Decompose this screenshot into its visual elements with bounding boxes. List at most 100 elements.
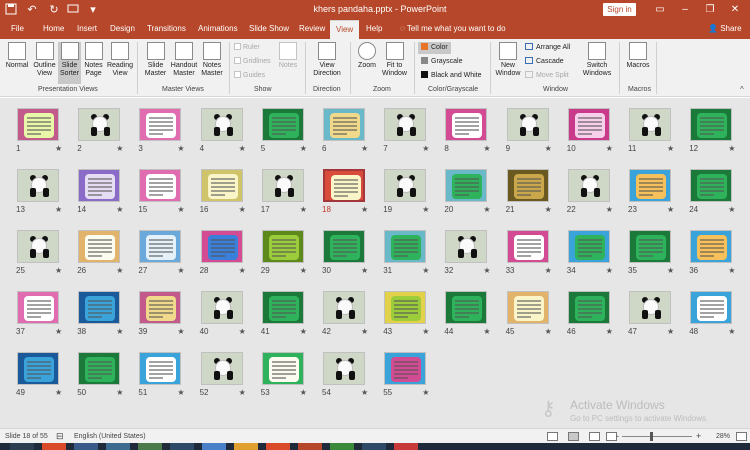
transition-star-icon[interactable]: ★ xyxy=(116,205,123,214)
slide-thumbnail-7[interactable]: 7 ★ xyxy=(382,108,430,166)
transition-star-icon[interactable]: ★ xyxy=(300,388,307,397)
taskbar-app-icon[interactable] xyxy=(362,443,386,450)
transition-star-icon[interactable]: ★ xyxy=(361,327,368,336)
taskbar-app-icon[interactable] xyxy=(202,443,226,450)
cascade-button[interactable]: Cascade xyxy=(525,57,564,65)
slide-thumbnail-40[interactable]: 40 ★ xyxy=(199,291,247,349)
fit-slide-icon[interactable] xyxy=(736,432,747,441)
transition-star-icon[interactable]: ★ xyxy=(55,144,62,153)
slide-thumbnail-39[interactable]: 39 ★ xyxy=(137,291,185,349)
slide-thumbnail-42[interactable]: 42 ★ xyxy=(321,291,369,349)
slide-thumbnail-1[interactable]: 1 ★ xyxy=(15,108,63,166)
taskbar-app-icon[interactable] xyxy=(138,443,162,450)
notes-button[interactable]: Notes xyxy=(276,42,300,84)
tab-insert[interactable]: Insert xyxy=(77,24,97,33)
tab-design[interactable]: Design xyxy=(110,24,135,33)
slide-thumbnail-38[interactable]: 38 ★ xyxy=(76,291,124,349)
reading-view-button[interactable]: Reading View xyxy=(106,42,134,84)
minimize-icon[interactable]: – xyxy=(677,2,693,17)
slide-thumbnail-23[interactable]: 23 ★ xyxy=(627,169,675,227)
transition-star-icon[interactable]: ★ xyxy=(116,266,123,275)
notes-page-button[interactable]: Notes Page xyxy=(82,42,105,84)
transition-star-icon[interactable]: ★ xyxy=(177,266,184,275)
transition-star-icon[interactable]: ★ xyxy=(422,144,429,153)
transition-star-icon[interactable]: ★ xyxy=(239,327,246,336)
slide-thumbnail-14[interactable]: 14 ★ xyxy=(76,169,124,227)
slide-thumbnail-24[interactable]: 24 ★ xyxy=(688,169,736,227)
share-button[interactable]: 👤 Share xyxy=(708,24,742,33)
transition-star-icon[interactable]: ★ xyxy=(177,388,184,397)
transition-star-icon[interactable]: ★ xyxy=(55,205,62,214)
present-from-beginning-icon[interactable] xyxy=(66,3,80,17)
slide-thumbnail-30[interactable]: 30 ★ xyxy=(321,230,369,288)
slide-thumbnail-32[interactable]: 32 ★ xyxy=(443,230,491,288)
slide-thumbnail-19[interactable]: 19 ★ xyxy=(382,169,430,227)
transition-star-icon[interactable]: ★ xyxy=(545,144,552,153)
slide-thumbnail-16[interactable]: 16 ★ xyxy=(199,169,247,227)
zoom-slider-thumb[interactable] xyxy=(650,432,653,441)
transition-star-icon[interactable]: ★ xyxy=(667,327,674,336)
transition-star-icon[interactable]: ★ xyxy=(545,327,552,336)
slide-thumbnail-33[interactable]: 33 ★ xyxy=(505,230,553,288)
normal-view-icon[interactable] xyxy=(547,432,558,441)
tab-review[interactable]: Review xyxy=(299,24,325,33)
transition-star-icon[interactable]: ★ xyxy=(545,205,552,214)
slide-thumbnail-25[interactable]: 25 ★ xyxy=(15,230,63,288)
outline-view-button[interactable]: Outline View xyxy=(31,42,58,84)
slide-thumbnail-3[interactable]: 3 ★ xyxy=(137,108,185,166)
taskbar-app-icon[interactable] xyxy=(74,443,98,450)
transition-star-icon[interactable]: ★ xyxy=(300,205,307,214)
gridlines-checkbox[interactable]: Gridlines xyxy=(234,57,271,65)
taskbar-app-icon[interactable] xyxy=(234,443,258,450)
tab-home[interactable]: Home xyxy=(43,24,64,33)
close-icon[interactable]: ✕ xyxy=(727,2,743,17)
transition-star-icon[interactable]: ★ xyxy=(728,327,735,336)
transition-star-icon[interactable]: ★ xyxy=(361,388,368,397)
handout-master-button[interactable]: Handout Master xyxy=(169,42,199,84)
start-icon[interactable] xyxy=(10,443,34,450)
grayscale-mode-button[interactable]: Grayscale xyxy=(418,56,466,68)
normal-view-button[interactable]: Normal xyxy=(3,42,31,84)
transition-star-icon[interactable]: ★ xyxy=(55,388,62,397)
redo-icon[interactable]: ↻ xyxy=(47,3,61,17)
guides-checkbox[interactable]: Guides xyxy=(234,71,265,79)
slide-thumbnail-28[interactable]: 28 ★ xyxy=(199,230,247,288)
transition-star-icon[interactable]: ★ xyxy=(177,205,184,214)
taskbar-app-icon[interactable] xyxy=(170,443,194,450)
transition-star-icon[interactable]: ★ xyxy=(239,144,246,153)
slide-thumbnail-6[interactable]: 6 ★ xyxy=(321,108,369,166)
transition-star-icon[interactable]: ★ xyxy=(483,327,490,336)
new-window-button[interactable]: New Window xyxy=(494,42,522,84)
transition-star-icon[interactable]: ★ xyxy=(545,266,552,275)
slide-thumbnail-50[interactable]: 50 ★ xyxy=(76,352,124,410)
slide-master-button[interactable]: Slide Master xyxy=(142,42,169,84)
transition-star-icon[interactable]: ★ xyxy=(606,205,613,214)
slide-thumbnail-29[interactable]: 29 ★ xyxy=(260,230,308,288)
slide-thumbnail-51[interactable]: 51 ★ xyxy=(137,352,185,410)
macros-button[interactable]: Macros xyxy=(624,42,652,84)
transition-star-icon[interactable]: ★ xyxy=(55,266,62,275)
transition-star-icon[interactable]: ★ xyxy=(300,327,307,336)
notes-master-button[interactable]: Notes Master xyxy=(199,42,225,84)
tab-slide-show[interactable]: Slide Show xyxy=(249,24,289,33)
zoom-button[interactable]: Zoom xyxy=(355,42,379,84)
sign-in-button[interactable]: Sign in xyxy=(603,3,636,16)
slide-thumbnail-5[interactable]: 5 ★ xyxy=(260,108,308,166)
transition-star-icon[interactable]: ★ xyxy=(483,144,490,153)
slide-thumbnail-52[interactable]: 52 ★ xyxy=(199,352,247,410)
zoom-slider-track[interactable] xyxy=(622,436,692,437)
taskbar-app-icon[interactable] xyxy=(394,443,418,450)
slide-sorter-pane[interactable]: 1 ★ 2 ★ 3 ★ 4 ★ 5 ★ 6 ★ 7 ★ 8 ★ 9 ★ 10 ★ 11 ★ 12 ★ 13 ★ 14 ★ 15 ★ 16 ★ 1… xyxy=(0,98,750,428)
slide-thumbnail-17[interactable]: 17 ★ xyxy=(260,169,308,227)
slide-thumbnail-21[interactable]: 21 ★ xyxy=(505,169,553,227)
tab-file[interactable]: File xyxy=(11,24,24,33)
slide-thumbnail-55[interactable]: 55 ★ xyxy=(382,352,430,410)
slide-thumbnail-12[interactable]: 12 ★ xyxy=(688,108,736,166)
tell-me-search[interactable]: ◌ Tell me what you want to do xyxy=(400,24,506,33)
slide-thumbnail-9[interactable]: 9 ★ xyxy=(505,108,553,166)
slide-thumbnail-13[interactable]: 13 ★ xyxy=(15,169,63,227)
slide-thumbnail-11[interactable]: 11 ★ xyxy=(627,108,675,166)
transition-star-icon[interactable]: ★ xyxy=(361,144,368,153)
transition-star-icon[interactable]: ★ xyxy=(422,205,429,214)
view-direction-button[interactable]: View Direction xyxy=(309,42,345,84)
